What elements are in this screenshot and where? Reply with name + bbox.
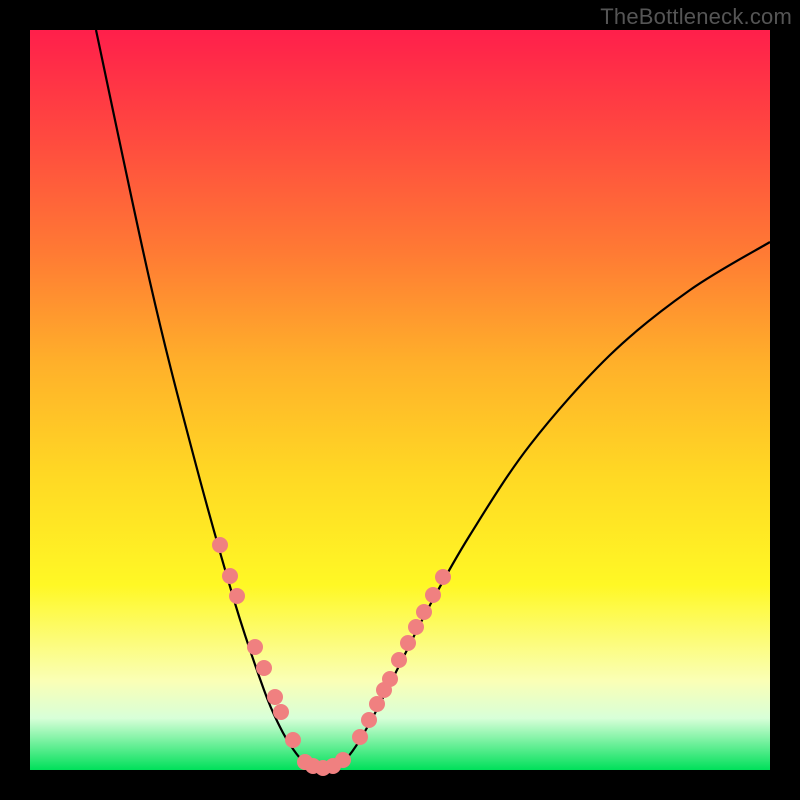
data-marker	[335, 752, 351, 768]
data-marker	[435, 569, 451, 585]
data-marker	[425, 587, 441, 603]
data-marker	[256, 660, 272, 676]
chart-frame: TheBottleneck.com	[0, 0, 800, 800]
data-marker	[273, 704, 289, 720]
data-marker	[361, 712, 377, 728]
data-marker	[408, 619, 424, 635]
data-marker	[369, 696, 385, 712]
data-marker	[222, 568, 238, 584]
marker-group	[212, 537, 451, 776]
data-marker	[400, 635, 416, 651]
data-marker	[416, 604, 432, 620]
data-marker	[352, 729, 368, 745]
data-marker	[391, 652, 407, 668]
watermark-text: TheBottleneck.com	[600, 4, 792, 30]
data-marker	[285, 732, 301, 748]
curve-left	[96, 30, 318, 768]
data-marker	[382, 671, 398, 687]
data-marker	[212, 537, 228, 553]
chart-svg	[30, 30, 770, 770]
data-marker	[267, 689, 283, 705]
data-marker	[247, 639, 263, 655]
data-marker	[229, 588, 245, 604]
plot-area	[30, 30, 770, 770]
